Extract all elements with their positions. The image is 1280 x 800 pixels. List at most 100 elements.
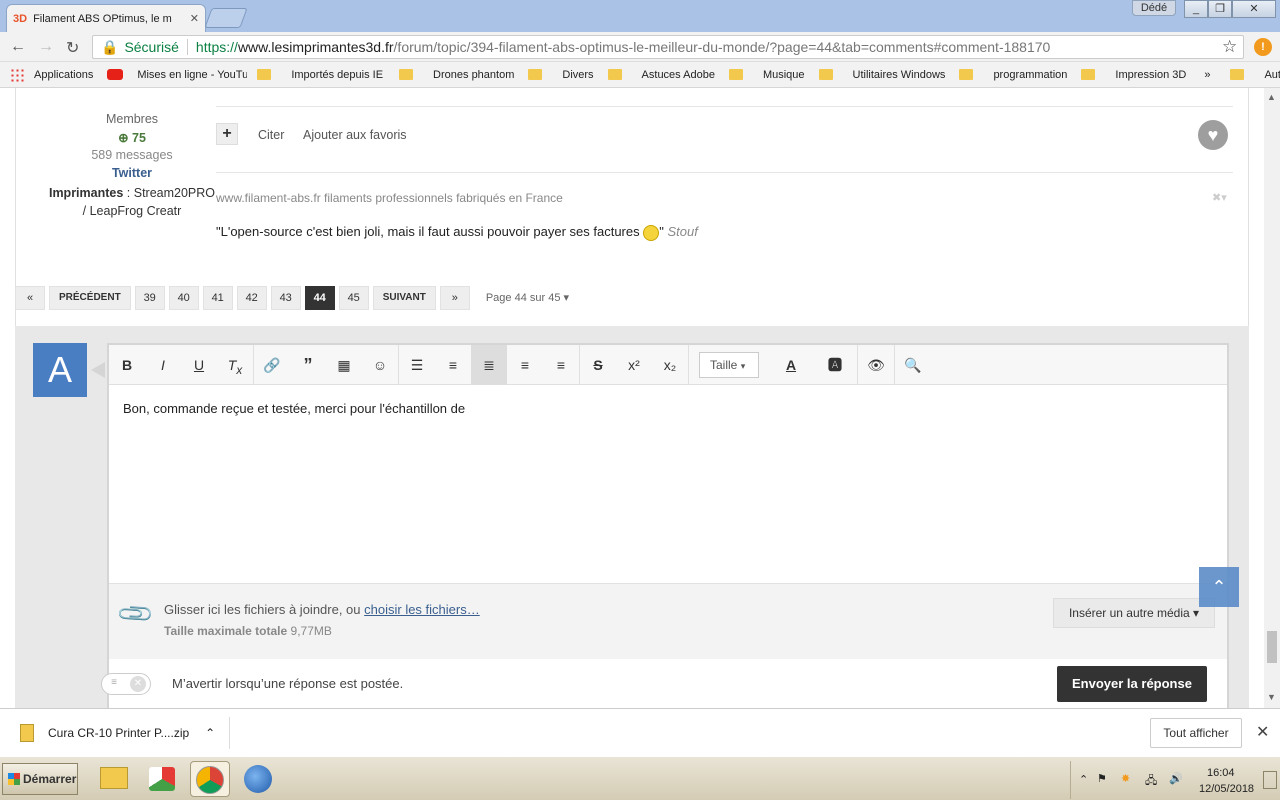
app-icon[interactable] xyxy=(142,761,182,797)
page-scrollbar[interactable]: ▲ ▼ xyxy=(1264,88,1280,708)
first-page-button[interactable]: « xyxy=(15,286,45,310)
page-button[interactable]: 39 xyxy=(134,286,165,310)
download-item[interactable]: Cura CR-10 Printer P....zip ⌃ xyxy=(12,717,230,749)
link-icon[interactable]: 🔗 xyxy=(254,345,290,385)
shield-icon[interactable]: ✸ xyxy=(1121,772,1130,785)
page-button[interactable]: 40 xyxy=(168,286,199,310)
page-button[interactable]: 41 xyxy=(202,286,233,310)
show-all-downloads-button[interactable]: Tout afficher xyxy=(1150,718,1242,748)
font-size-select[interactable]: Taille ▾ xyxy=(699,351,759,378)
scroll-thumb[interactable] xyxy=(1267,631,1277,663)
flag-icon[interactable]: ⚑ xyxy=(1097,772,1107,785)
close-tab-icon[interactable]: ✕ xyxy=(190,12,199,25)
page-button[interactable]: 45 xyxy=(338,286,369,310)
source-view-icon[interactable]: 🔍 xyxy=(895,345,931,385)
bookmark-folder[interactable]: Impression 3D xyxy=(1081,69,1186,81)
profile-button[interactable]: Dédé xyxy=(1132,0,1176,16)
back-arrow-icon[interactable]: ← xyxy=(10,38,26,56)
bookmark-applications[interactable]: Applications xyxy=(10,67,93,82)
current-page[interactable]: 44 xyxy=(304,286,335,310)
new-tab-button[interactable] xyxy=(204,8,248,28)
file-explorer-icon[interactable] xyxy=(94,761,134,797)
align-left-icon[interactable]: ≣ xyxy=(471,344,507,385)
superscript-button[interactable]: x² xyxy=(616,345,652,385)
restore-button[interactable]: ❐ xyxy=(1208,0,1232,18)
start-button[interactable]: Démarrer xyxy=(2,763,78,795)
browser-tab[interactable]: 3D Filament ABS OPtimus, le m ✕ xyxy=(6,4,206,32)
minimize-button[interactable]: _ xyxy=(1184,0,1208,18)
bookmark-folder[interactable]: programmation xyxy=(959,69,1067,81)
insert-media-button[interactable]: Insérer un autre média ▾ xyxy=(1053,598,1215,628)
scroll-to-top-button[interactable]: ⌃ xyxy=(1199,567,1239,607)
strikethrough-button[interactable]: S xyxy=(580,345,616,385)
scroll-down-icon[interactable]: ▼ xyxy=(1267,692,1276,702)
bookmark-folder[interactable]: Musique xyxy=(728,69,805,81)
show-desktop-button[interactable] xyxy=(1263,771,1277,789)
hide-signature-icon[interactable]: ✖▾ xyxy=(1212,191,1227,204)
clock-date[interactable]: 12/05/2018 xyxy=(1199,783,1254,795)
notify-toggle[interactable]: ≡ ✕ xyxy=(101,673,151,695)
caret-down-icon: ▾ xyxy=(740,360,746,371)
bookmark-folder[interactable]: Drones phantom xyxy=(399,69,514,81)
quote-icon[interactable]: ” xyxy=(290,345,326,385)
close-window-button[interactable]: ✕ xyxy=(1232,0,1276,18)
url-bar[interactable]: 🔒 Sécurisé https:// www.lesimprimantes3d… xyxy=(92,35,1244,59)
chevron-up-icon[interactable]: ⌃ xyxy=(205,726,215,740)
align-center-icon[interactable]: ≡ xyxy=(507,345,543,385)
page-button[interactable]: 43 xyxy=(270,286,301,310)
folder-icon xyxy=(728,69,743,80)
page-button[interactable]: 42 xyxy=(236,286,267,310)
text-color-icon[interactable]: A xyxy=(769,345,813,385)
code-block-icon[interactable]: ▦ xyxy=(326,345,362,385)
clock-time[interactable]: 16:04 xyxy=(1207,767,1235,779)
underline-button[interactable]: U xyxy=(181,345,217,385)
emoji-icon[interactable]: ☺ xyxy=(362,345,398,385)
page-viewport: Membres ⊕ 75 589 messages Twitter Imprim… xyxy=(0,88,1264,708)
prev-page-button[interactable]: PRÉCÉDENT xyxy=(49,286,131,310)
subscript-button[interactable]: x₂ xyxy=(652,345,688,385)
reload-icon[interactable]: ↻ xyxy=(66,38,79,58)
multiquote-button[interactable]: + xyxy=(216,123,238,145)
bullet-list-icon[interactable]: ☰ xyxy=(399,345,435,385)
submit-reply-button[interactable]: Envoyer la réponse xyxy=(1057,666,1207,702)
italic-button[interactable]: I xyxy=(145,345,181,385)
close-download-bar-icon[interactable]: ✕ xyxy=(1256,722,1269,742)
url-host: www.lesimprimantes3d.fr xyxy=(237,39,394,55)
bookmark-folder[interactable]: Importés depuis IE xyxy=(257,69,383,81)
chrome-icon[interactable] xyxy=(190,761,230,797)
align-right-icon[interactable]: ≡ xyxy=(543,345,579,385)
choose-files-link[interactable]: choisir les fichiers… xyxy=(364,602,480,617)
toolbar-separator xyxy=(688,344,689,385)
folder-icon xyxy=(528,69,543,80)
like-heart-icon[interactable]: ♥ xyxy=(1198,120,1228,150)
reply-textarea[interactable]: Bon, commande reçue et testée, merci pou… xyxy=(123,401,465,416)
page-jump-dropdown[interactable]: Page 44 sur 45 ▾ xyxy=(486,286,569,310)
preview-eye-icon[interactable]: 👁 xyxy=(858,345,894,385)
signature-line: www.filament-abs.fr filaments profession… xyxy=(216,191,563,205)
next-page-button[interactable]: SUIVANT xyxy=(372,286,436,310)
attachment-area[interactable]: 📎 Glisser ici les fichiers à joindre, ou… xyxy=(109,583,1227,659)
bookmark-folder[interactable]: Utilitaires Windows xyxy=(818,69,945,81)
show-hidden-icons[interactable]: ⌃ xyxy=(1079,773,1088,786)
bookmark-star-icon[interactable]: ☆ xyxy=(1222,37,1237,57)
extension-icon[interactable]: ! xyxy=(1254,38,1272,56)
more-bookmarks-button[interactable]: » xyxy=(1204,69,1210,81)
bookmark-folder[interactable]: Divers xyxy=(528,69,594,81)
twitter-link[interactable]: Twitter xyxy=(46,166,218,180)
scroll-up-icon[interactable]: ▲ xyxy=(1267,92,1276,102)
network-icon[interactable]: 🖧 xyxy=(1145,772,1157,791)
numbered-list-icon[interactable]: ≡ xyxy=(435,345,471,385)
quote-link[interactable]: Citer xyxy=(258,128,284,142)
volume-icon[interactable]: 🔊 xyxy=(1169,772,1183,785)
thunderbird-icon[interactable] xyxy=(238,761,278,797)
last-page-button[interactable]: » xyxy=(439,286,470,310)
bookmark-folder[interactable]: Astuces Adobe xyxy=(607,69,715,81)
folder-icon xyxy=(1230,69,1245,80)
bookmark-youtube[interactable]: Mises en ligne - YouTu xyxy=(107,69,247,81)
add-favorite-link[interactable]: Ajouter aux favoris xyxy=(303,128,407,142)
clear-format-button[interactable]: Tx xyxy=(217,345,253,385)
other-bookmarks[interactable]: Autres favoris xyxy=(1230,69,1280,81)
background-color-icon[interactable]: 🅰 xyxy=(813,345,857,385)
bold-button[interactable]: B xyxy=(109,345,145,385)
forward-arrow-icon[interactable]: → xyxy=(38,38,54,56)
